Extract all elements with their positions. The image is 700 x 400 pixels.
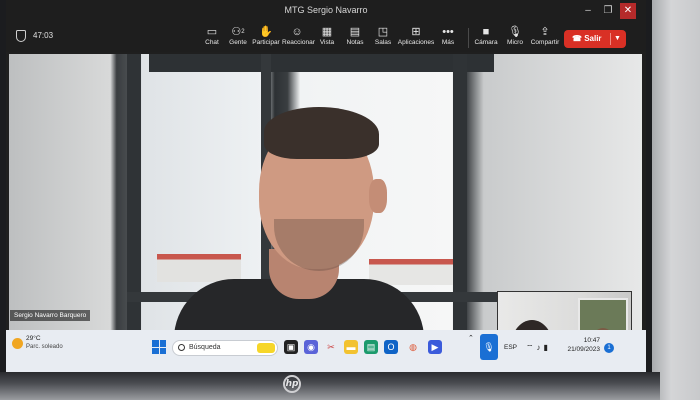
app-icon[interactable]: ▤ (364, 340, 378, 354)
system-tray-icons[interactable]: ⌔♪▮ (526, 343, 551, 353)
raise-hand-icon: ✋ (259, 26, 273, 38)
chevron-down-icon[interactable]: ▼ (614, 30, 621, 48)
main-video (9, 54, 642, 330)
camera-icon: ■ (482, 26, 490, 38)
mic-label: Micro (507, 39, 523, 46)
window-frame-top (149, 54, 494, 72)
people-label: Gente (229, 39, 247, 46)
share-label: Compartir (530, 39, 560, 46)
people-count-badge: 2 (241, 29, 245, 35)
task-view-icon[interactable]: ▣ (284, 340, 298, 354)
zoom-icon[interactable]: ▶ (428, 340, 442, 354)
search-highlight-icon (257, 343, 275, 353)
title-bar: MTG Sergio Navarro – ❐ ✕ (6, 0, 646, 22)
chrome-icon[interactable]: ◍ (406, 340, 420, 354)
weather-description: Parc. soleado (26, 344, 63, 350)
raise-hand-button[interactable]: ✋ Participar (251, 25, 281, 47)
rooms-icon: ◳ (377, 26, 389, 38)
hp-logo: hp (283, 375, 301, 393)
raise-hand-label: Participar (252, 39, 280, 46)
close-button[interactable]: ✕ (620, 3, 636, 19)
minimize-button[interactable]: – (580, 3, 596, 19)
tray-overflow-icon[interactable]: ⌃ (468, 334, 474, 342)
notification-badge[interactable]: 1 (604, 343, 614, 353)
window-frame (127, 54, 141, 330)
search-icon (178, 344, 185, 351)
language-indicator[interactable]: ESP (504, 344, 517, 351)
outlook-icon[interactable]: O (384, 340, 398, 354)
clock-time: 10:47 (583, 337, 600, 344)
people-icon: ⚇2 (231, 26, 245, 38)
sun-icon (12, 338, 23, 349)
teams-icon[interactable]: ◉ (304, 340, 318, 354)
more-icon: ••• (442, 26, 454, 38)
share-icon: ⇪ (540, 26, 550, 38)
meeting-toolbar: 47:03 ▭ Chat ⚇2 Gente ✋ Participar ☺ Rea… (6, 22, 646, 52)
window-title: MTG Sergio Navarro (284, 5, 368, 15)
react-button[interactable]: ☺ Reaccionar (282, 25, 315, 47)
rooms-label: Salas (374, 39, 392, 46)
wall (652, 0, 700, 400)
hair (264, 107, 379, 159)
snipping-tool-icon[interactable]: ✂ (324, 340, 338, 354)
phone-hangup-icon: ☎ (572, 34, 582, 43)
mic-in-use-icon[interactable]: 🎙︎ (480, 334, 498, 360)
ear (369, 179, 387, 213)
weather-temperature: 29°C (26, 335, 41, 342)
monitor-chin (0, 372, 660, 400)
apps-button[interactable]: ⊞ Aplicaciones (397, 25, 435, 47)
camera-button[interactable]: ■ Cámara (471, 25, 501, 47)
participant-video (174, 99, 424, 330)
taskbar-search[interactable]: Búsqueda (172, 340, 278, 356)
view-label: Vista (319, 39, 335, 46)
mic-icon: 🎙︎ (508, 26, 522, 38)
window-frame (453, 54, 467, 330)
file-explorer-icon[interactable]: ▬ (344, 340, 358, 354)
notes-button[interactable]: ▤ Notas (340, 25, 370, 47)
leave-divider (610, 33, 611, 45)
shield-icon[interactable] (16, 30, 26, 42)
view-icon: ▦ (321, 26, 333, 38)
clock[interactable]: 10:47 21/09/2023 (562, 336, 600, 354)
rooms-button[interactable]: ◳ Salas (368, 25, 398, 47)
participant-name-tag: Sergio Navarro Barquero (10, 310, 91, 321)
more-button[interactable]: ••• Más (433, 25, 463, 47)
windows-taskbar: 29°C Parc. soleado Búsqueda ▣ ◉ ✂ ▬ ▤ O … (6, 330, 646, 372)
apps-icon: ⊞ (411, 26, 421, 38)
emoji-icon: ☺ (291, 26, 303, 38)
screen: MTG Sergio Navarro – ❐ ✕ 47:03 ▭ Chat ⚇2… (6, 0, 646, 372)
leave-button[interactable]: ☎ Salir ▼ (564, 30, 626, 48)
mic-button[interactable]: 🎙︎ Micro (500, 25, 530, 47)
clock-date: 21/09/2023 (567, 346, 600, 353)
maximize-button[interactable]: ❐ (600, 3, 616, 19)
weather-widget[interactable]: 29°C Parc. soleado (12, 333, 74, 363)
notes-label: Notas (346, 39, 364, 46)
search-label: Búsqueda (189, 344, 221, 351)
share-button[interactable]: ⇪ Compartir (527, 25, 563, 47)
meeting-timer: 47:03 (33, 31, 54, 40)
leave-label: Salir (584, 34, 602, 43)
view-button[interactable]: ▦ Vista (312, 25, 342, 47)
camera-label: Cámara (474, 39, 498, 46)
notes-icon: ▤ (349, 26, 361, 38)
toolbar-divider (468, 28, 469, 48)
react-label: Reaccionar (282, 39, 315, 46)
people-button[interactable]: ⚇2 Gente (223, 25, 253, 47)
windows-start-icon[interactable] (152, 340, 166, 354)
apps-label: Aplicaciones (397, 39, 435, 46)
chat-label: Chat (205, 39, 219, 46)
more-label: Más (441, 39, 455, 46)
